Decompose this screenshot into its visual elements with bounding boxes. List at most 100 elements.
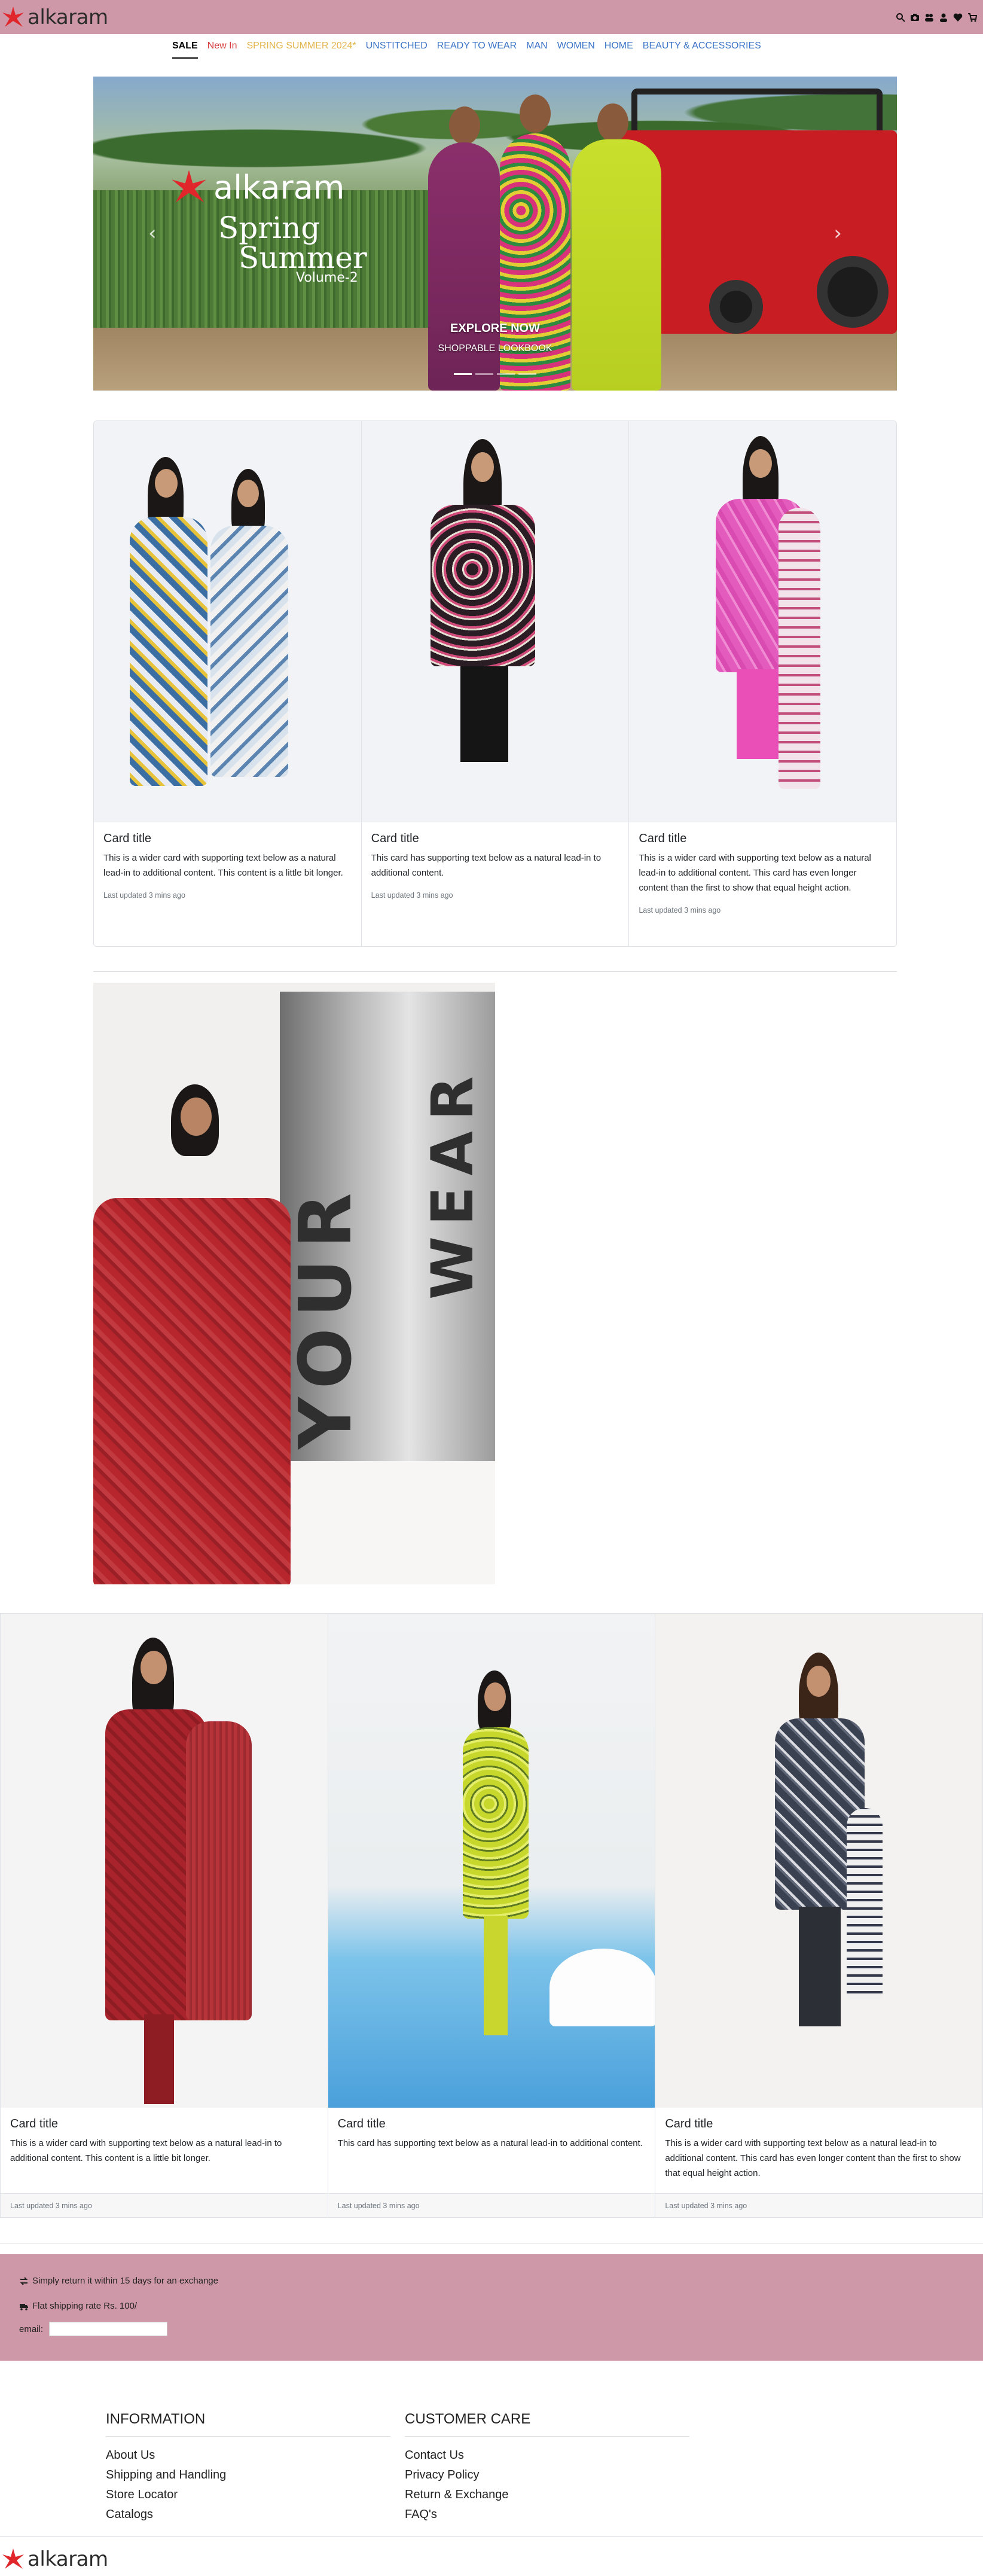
brand-name: alkaram bbox=[28, 5, 108, 29]
promo-banner[interactable]: WEAR YOUR bbox=[93, 983, 495, 1584]
card-footer: Last updated 3 mins ago bbox=[1, 2193, 328, 2217]
info-band: Simply return it within 15 days for an e… bbox=[0, 2254, 983, 2361]
users-icon[interactable] bbox=[924, 13, 934, 22]
email-input[interactable] bbox=[49, 2322, 168, 2336]
carousel-indicator[interactable] bbox=[518, 373, 536, 375]
hero-brand-name: alkaram bbox=[213, 168, 345, 206]
card-title: Card title bbox=[103, 832, 152, 845]
footer-information: INFORMATION About Us Shipping and Handli… bbox=[106, 2411, 390, 2526]
user-icon[interactable] bbox=[939, 13, 948, 22]
main-nav: SALE New In SPRING SUMMER 2024* UNSTITCH… bbox=[172, 38, 766, 59]
alkaram-mark-icon bbox=[172, 170, 206, 203]
footer-logo[interactable]: alkaram bbox=[0, 2546, 108, 2572]
product-image bbox=[361, 421, 629, 822]
footer-heading-customer-care: CUSTOMER CARE bbox=[405, 2411, 689, 2437]
product-image bbox=[94, 421, 361, 822]
card-text: This is a wider card with supporting tex… bbox=[639, 853, 871, 893]
heart-icon[interactable] bbox=[953, 13, 963, 22]
carousel-indicators bbox=[93, 373, 897, 375]
carousel-indicator[interactable] bbox=[497, 373, 515, 375]
card-text: This is a wider card with supporting tex… bbox=[103, 853, 343, 878]
shipping-text: Flat shipping rate Rs. 100/ bbox=[32, 2301, 138, 2311]
product-image bbox=[328, 1614, 655, 2108]
card-group-top: Card title This is a wider card with sup… bbox=[93, 420, 897, 947]
card-text: This is a wider card with supporting tex… bbox=[665, 2138, 961, 2178]
hero-cta-explore[interactable]: EXPLORE NOW bbox=[93, 322, 897, 336]
product-card[interactable]: Card title This is a wider card with sup… bbox=[655, 1614, 983, 2217]
card-title: Card title bbox=[639, 832, 687, 845]
header-icons bbox=[896, 13, 977, 22]
carousel-indicator[interactable] bbox=[454, 373, 472, 375]
hero-line-spring: Spring bbox=[218, 211, 320, 245]
nav-item-women[interactable]: WOMEN bbox=[552, 38, 600, 59]
product-card[interactable]: Card title This is a wider card with sup… bbox=[1, 1614, 328, 2217]
chevron-left-icon[interactable]: ‹ bbox=[148, 221, 157, 245]
product-card[interactable]: Card title This card has supporting text… bbox=[361, 421, 630, 946]
card-text: This card has supporting text below as a… bbox=[337, 2138, 643, 2148]
card-text: This card has supporting text below as a… bbox=[371, 853, 602, 878]
card-text: This is a wider card with supporting tex… bbox=[10, 2138, 282, 2163]
card-updated: Last updated 3 mins ago bbox=[639, 906, 721, 914]
camera-icon[interactable] bbox=[910, 13, 920, 22]
footer-link-store-locator[interactable]: Store Locator bbox=[106, 2487, 390, 2502]
hero-cta-lookbook[interactable]: SHOPPABLE LOOKBOOK bbox=[93, 343, 897, 354]
card-footer: Last updated 3 mins ago bbox=[655, 2193, 983, 2217]
card-title: Card title bbox=[665, 2117, 713, 2130]
nav-item-beauty-accessories[interactable]: BEAUTY & ACCESSORIES bbox=[638, 38, 766, 59]
brand-logo[interactable]: alkaram bbox=[0, 0, 108, 34]
product-card[interactable]: Card title This is a wider card with sup… bbox=[94, 421, 362, 946]
card-updated: Last updated 3 mins ago bbox=[371, 891, 453, 900]
jeep-wheel bbox=[817, 256, 889, 328]
card-updated: Last updated 3 mins ago bbox=[103, 891, 185, 900]
card-title: Card title bbox=[10, 2117, 59, 2130]
footer-link-about-us[interactable]: About Us bbox=[106, 2447, 390, 2463]
chevron-right-icon[interactable]: › bbox=[834, 221, 842, 245]
nav-item-new-in[interactable]: New In bbox=[203, 38, 242, 59]
footer-heading-information: INFORMATION bbox=[106, 2411, 390, 2437]
banner-word-your: YOUR bbox=[285, 1182, 368, 1449]
email-label: email: bbox=[19, 2324, 44, 2334]
card-group-bottom: Card title This is a wider card with sup… bbox=[0, 1613, 983, 2218]
footer-link-contact-us[interactable]: Contact Us bbox=[405, 2447, 689, 2463]
footer-link-catalogs[interactable]: Catalogs bbox=[106, 2507, 390, 2522]
alkaram-mark-icon bbox=[2, 6, 24, 27]
card-footer: Last updated 3 mins ago bbox=[328, 2193, 655, 2217]
footer-link-return-exchange[interactable]: Return & Exchange bbox=[405, 2487, 689, 2502]
carousel-indicator[interactable] bbox=[475, 373, 493, 375]
display-pedestal bbox=[549, 1949, 655, 2026]
product-image bbox=[655, 1614, 983, 2108]
exchange-row: Simply return it within 15 days for an e… bbox=[19, 2276, 218, 2286]
search-icon[interactable] bbox=[896, 13, 905, 22]
alkaram-mark-icon bbox=[2, 2548, 24, 2569]
footer-link-shipping[interactable]: Shipping and Handling bbox=[106, 2467, 390, 2483]
hero-line-summer: Summer bbox=[239, 240, 367, 275]
product-image bbox=[1, 1614, 328, 2108]
model-head bbox=[520, 94, 551, 133]
divider bbox=[93, 971, 897, 972]
truck-icon bbox=[20, 2303, 28, 2310]
hero-volume: Volume-2 bbox=[296, 270, 358, 285]
nav-item-spring-summer[interactable]: SPRING SUMMER 2024* bbox=[242, 38, 361, 59]
hero-brand-lockup: alkaram Spring Summer Volume-2 bbox=[168, 166, 367, 285]
nav-item-home[interactable]: HOME bbox=[600, 38, 638, 59]
nav-item-unstitched[interactable]: UNSTITCHED bbox=[361, 38, 432, 59]
card-title: Card title bbox=[337, 2117, 386, 2130]
footer-link-faqs[interactable]: FAQ's bbox=[405, 2507, 689, 2522]
nav-item-ready-to-wear[interactable]: READY TO WEAR bbox=[432, 38, 521, 59]
product-card[interactable]: Card title This card has supporting text… bbox=[328, 1614, 656, 2217]
model-head bbox=[597, 103, 628, 142]
footer-link-privacy-policy[interactable]: Privacy Policy bbox=[405, 2467, 689, 2483]
cart-icon[interactable] bbox=[967, 13, 977, 22]
exchange-icon bbox=[20, 2276, 28, 2285]
product-card[interactable]: Card title This is a wider card with sup… bbox=[629, 421, 896, 946]
nav-item-man[interactable]: MAN bbox=[521, 38, 552, 59]
footer-customer-care: CUSTOMER CARE Contact Us Privacy Policy … bbox=[405, 2411, 689, 2526]
hero-carousel[interactable]: alkaram Spring Summer Volume-2 ‹ › EXPLO… bbox=[93, 77, 897, 391]
card-title: Card title bbox=[371, 832, 419, 845]
divider bbox=[0, 2536, 983, 2537]
exchange-text: Simply return it within 15 days for an e… bbox=[32, 2276, 218, 2286]
model-head bbox=[449, 106, 480, 145]
shipping-row: Flat shipping rate Rs. 100/ bbox=[19, 2301, 137, 2311]
nav-item-sale[interactable]: SALE bbox=[172, 38, 198, 59]
footer-brand-name: alkaram bbox=[28, 2547, 108, 2571]
